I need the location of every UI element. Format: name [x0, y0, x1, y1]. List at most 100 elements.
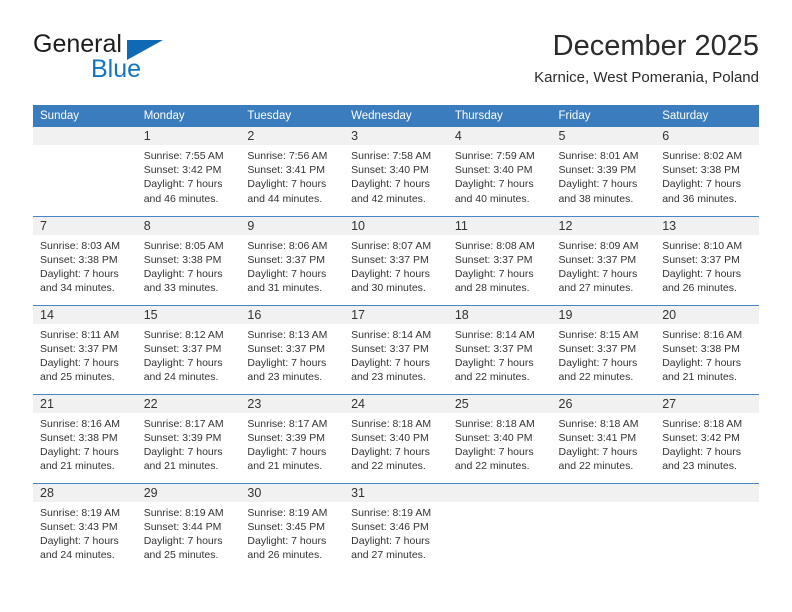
- calendar-day-cell[interactable]: 23 Sunrise: 8:17 AM Sunset: 3:39 PM Dayligh…: [240, 393, 345, 483]
- day-detail-daylight-line2: and 28 minutes.: [454, 282, 530, 295]
- calendar-day-cell[interactable]: 28 Sunrise: 8:19 AM Sunset: 3:43 PM Dayligh…: [33, 482, 137, 572]
- page-header: General Blue December 2025 Karnice, West…: [33, 28, 759, 94]
- calendar-day-cell[interactable]: 1 Sunrise: 7:55 AM Sunset: 3:42 PM Daylight…: [136, 127, 241, 216]
- day-detail-daylight-line2: and 27 minutes.: [351, 549, 426, 562]
- day-detail-sunrise: Sunrise: 8:05 AM: [143, 239, 224, 252]
- calendar-day-cell[interactable]: 31 Sunrise: 8:19 AM Sunset: 3:46 PM Dayligh…: [344, 482, 448, 572]
- day-details: Sunrise: 8:19 AM Sunset: 3:45 PM Daylight:…: [240, 502, 344, 563]
- calendar-day-cell[interactable]: 16 Sunrise: 8:13 AM Sunset: 3:37 PM Dayligh…: [240, 304, 345, 394]
- calendar-day-cell[interactable]: 25 Sunrise: 8:18 AM Sunset: 3:40 PM Dayligh…: [447, 393, 552, 483]
- calendar-header-row: Sunday Monday Tuesday Wednesday Thursday…: [33, 105, 759, 127]
- calendar-day-cell[interactable]: 17 Sunrise: 8:14 AM Sunset: 3:37 PM Dayligh…: [344, 304, 448, 394]
- day-details: Sunrise: 7:58 AM Sunset: 3:40 PM Daylight:…: [344, 145, 448, 206]
- calendar-day-cell[interactable]: 10 Sunrise: 8:07 AM Sunset: 3:37 PM Dayligh…: [344, 215, 448, 305]
- page-subtitle: Karnice, West Pomerania, Poland: [534, 69, 759, 86]
- calendar-day-cell[interactable]: 26 Sunrise: 8:18 AM Sunset: 3:41 PM Dayligh…: [551, 393, 656, 483]
- day-details: Sunrise: 8:19 AM Sunset: 3:43 PM Daylight:…: [33, 502, 137, 563]
- day-detail-daylight-line1: Daylight: 7 hours: [351, 356, 430, 369]
- logo-text-blue: Blue: [91, 55, 142, 83]
- calendar-day-cell[interactable]: 21 Sunrise: 8:16 AM Sunset: 3:38 PM Dayligh…: [33, 393, 137, 483]
- calendar-day-cell[interactable]: 30 Sunrise: 8:19 AM Sunset: 3:45 PM Dayligh…: [240, 482, 345, 572]
- calendar-day-cell[interactable]: 5 Sunrise: 8:01 AM Sunset: 3:39 PM Daylight…: [551, 127, 656, 216]
- calendar-day-cell[interactable]: 6 Sunrise: 8:02 AM Sunset: 3:38 PM Daylight…: [655, 127, 759, 216]
- day-detail-sunrise: Sunrise: 8:06 AM: [247, 239, 328, 252]
- day-detail-sunset: Sunset: 3:43 PM: [40, 520, 118, 533]
- day-detail-sunset: Sunset: 3:37 PM: [143, 342, 222, 355]
- day-detail-sunrise: Sunrise: 8:01 AM: [558, 150, 639, 162]
- day-detail-daylight-line1: Daylight: 7 hours: [40, 267, 119, 280]
- day-detail-sunrise: Sunrise: 8:19 AM: [143, 506, 224, 519]
- day-detail-daylight-line1: Daylight: 7 hours: [40, 445, 119, 458]
- day-detail-sunrise: Sunrise: 8:13 AM: [247, 328, 328, 341]
- day-number: 25: [447, 394, 552, 413]
- calendar-day-cell[interactable]: 12 Sunrise: 8:09 AM Sunset: 3:37 PM Dayligh…: [551, 215, 656, 305]
- day-detail-sunrise: Sunrise: 8:15 AM: [558, 328, 639, 341]
- calendar-day-cell[interactable]: 11 Sunrise: 8:08 AM Sunset: 3:37 PM Dayligh…: [447, 215, 552, 305]
- calendar-day-cell[interactable]: 27 Sunrise: 8:18 AM Sunset: 3:42 PM Dayligh…: [655, 393, 759, 483]
- day-detail-daylight-line1: Daylight: 7 hours: [662, 267, 742, 280]
- calendar-day-cell[interactable]: 4 Sunrise: 7:59 AM Sunset: 3:40 PM Daylight…: [447, 127, 552, 216]
- day-number: 12: [551, 216, 656, 235]
- calendar-day-cell[interactable]: 22 Sunrise: 8:17 AM Sunset: 3:39 PM Dayligh…: [136, 393, 241, 483]
- day-number: 10: [344, 216, 448, 235]
- calendar-day-cell[interactable]: 20 Sunrise: 8:16 AM Sunset: 3:38 PM Dayligh…: [655, 304, 759, 394]
- calendar-day-cell[interactable]: 29 Sunrise: 8:19 AM Sunset: 3:44 PM Dayligh…: [136, 482, 241, 572]
- day-detail-sunset: Sunset: 3:38 PM: [40, 253, 118, 266]
- day-detail-sunrise: Sunrise: 7:59 AM: [454, 150, 535, 162]
- calendar-day-cell[interactable]: 2 Sunrise: 7:56 AM Sunset: 3:41 PM Daylight…: [240, 127, 345, 216]
- calendar-day-cell[interactable]: 18 Sunrise: 8:14 AM Sunset: 3:37 PM Dayligh…: [447, 304, 552, 394]
- day-detail-daylight-line1: Daylight: 7 hours: [143, 267, 223, 280]
- calendar-day-cell[interactable]: 7 Sunrise: 8:03 AM Sunset: 3:38 PM Daylight…: [33, 215, 137, 305]
- calendar-day-cell[interactable]: 15 Sunrise: 8:12 AM Sunset: 3:37 PM Dayligh…: [136, 304, 241, 394]
- day-detail-daylight-line1: Daylight: 7 hours: [454, 178, 534, 191]
- page-title: December 2025: [552, 30, 759, 62]
- day-detail-daylight-line1: Daylight: 7 hours: [143, 534, 223, 547]
- day-number: 21: [33, 394, 137, 413]
- day-number: 17: [344, 305, 448, 324]
- day-detail-daylight-line1: Daylight: 7 hours: [247, 445, 327, 458]
- day-number: 27: [655, 394, 759, 413]
- calendar-day-cell-empty: [447, 482, 552, 572]
- day-number: 15: [136, 305, 241, 324]
- day-details: Sunrise: 8:01 AM Sunset: 3:39 PM Daylight:…: [552, 145, 656, 206]
- calendar-day-cell[interactable]: 14 Sunrise: 8:11 AM Sunset: 3:37 PM Dayligh…: [33, 304, 137, 394]
- day-number: 13: [655, 216, 759, 235]
- day-detail-daylight-line1: Daylight: 7 hours: [454, 267, 534, 280]
- day-details: Sunrise: 8:16 AM Sunset: 3:38 PM Daylight:…: [655, 324, 759, 385]
- day-detail-sunset: Sunset: 3:38 PM: [662, 164, 740, 177]
- day-detail-daylight-line2: and 30 minutes.: [351, 282, 426, 295]
- day-detail-sunrise: Sunrise: 7:56 AM: [247, 150, 328, 162]
- day-detail-daylight-line1: Daylight: 7 hours: [662, 356, 742, 369]
- day-details: Sunrise: 8:10 AM Sunset: 3:37 PM Daylight:…: [655, 235, 759, 296]
- calendar-day-cell[interactable]: 3 Sunrise: 7:58 AM Sunset: 3:40 PM Daylight…: [344, 127, 448, 216]
- day-details: Sunrise: 8:14 AM Sunset: 3:37 PM Daylight:…: [448, 324, 552, 385]
- day-detail-sunrise: Sunrise: 8:14 AM: [454, 328, 535, 341]
- day-detail-sunset: Sunset: 3:38 PM: [662, 342, 740, 355]
- day-detail-daylight-line1: Daylight: 7 hours: [351, 267, 430, 280]
- calendar-day-cell[interactable]: 24 Sunrise: 8:18 AM Sunset: 3:40 PM Dayligh…: [344, 393, 448, 483]
- day-details: Sunrise: 8:19 AM Sunset: 3:44 PM Daylight:…: [137, 502, 241, 563]
- calendar-day-cell[interactable]: 9 Sunrise: 8:06 AM Sunset: 3:37 PM Daylight…: [240, 215, 345, 305]
- day-detail-sunrise: Sunrise: 8:02 AM: [662, 150, 743, 162]
- day-detail-sunset: Sunset: 3:37 PM: [351, 253, 429, 266]
- calendar-day-cell[interactable]: 8 Sunrise: 8:05 AM Sunset: 3:38 PM Daylight…: [136, 215, 241, 305]
- day-details: Sunrise: 8:15 AM Sunset: 3:37 PM Daylight:…: [552, 324, 656, 385]
- day-detail-sunrise: Sunrise: 8:17 AM: [143, 417, 224, 430]
- day-detail-daylight-line2: and 22 minutes.: [351, 460, 426, 473]
- day-details: Sunrise: 7:59 AM Sunset: 3:40 PM Daylight:…: [448, 145, 552, 206]
- day-detail-daylight-line2: and 33 minutes.: [143, 282, 219, 295]
- calendar-day-cell-empty: [33, 127, 137, 216]
- general-blue-logo[interactable]: General Blue: [33, 30, 263, 88]
- day-details: Sunrise: 8:18 AM Sunset: 3:40 PM Daylight:…: [344, 413, 448, 474]
- calendar-day-cell[interactable]: 13 Sunrise: 8:10 AM Sunset: 3:37 PM Dayligh…: [655, 215, 759, 305]
- day-number: 19: [551, 305, 656, 324]
- day-detail-sunset: Sunset: 3:44 PM: [143, 520, 222, 533]
- day-details: Sunrise: 8:19 AM Sunset: 3:46 PM Daylight:…: [344, 502, 448, 563]
- calendar-day-cell[interactable]: 19 Sunrise: 8:15 AM Sunset: 3:37 PM Dayligh…: [551, 304, 656, 394]
- day-detail-sunset: Sunset: 3:40 PM: [454, 164, 533, 177]
- day-detail-sunrise: Sunrise: 8:10 AM: [662, 239, 743, 252]
- day-details: Sunrise: 8:09 AM Sunset: 3:37 PM Daylight:…: [552, 235, 656, 296]
- day-number: 18: [447, 305, 552, 324]
- day-detail-daylight-line1: Daylight: 7 hours: [247, 267, 327, 280]
- day-details: Sunrise: 7:55 AM Sunset: 3:42 PM Daylight:…: [137, 145, 241, 206]
